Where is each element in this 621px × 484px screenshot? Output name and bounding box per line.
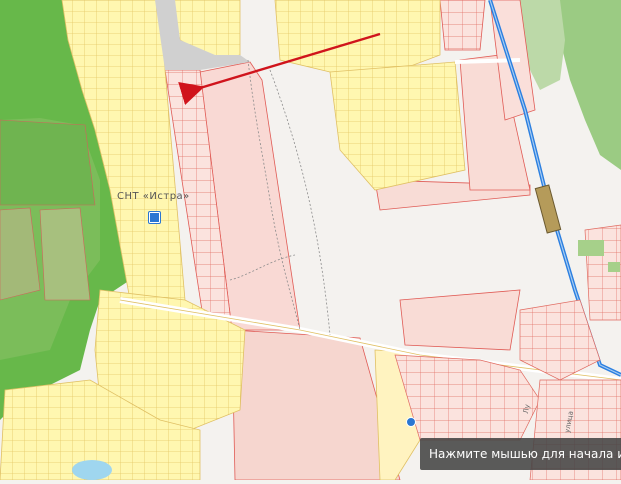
- green-parcel: [608, 262, 620, 272]
- info-marker-icon[interactable]: [149, 212, 160, 223]
- cadastral-map[interactable]: СНТ «Истра» Лу улица Нажмите мышью для н…: [0, 0, 621, 481]
- green-parcel: [578, 240, 604, 256]
- street-label: Лу: [521, 403, 532, 415]
- measure-hint-tooltip: Нажмите мышью для начала изм: [420, 438, 621, 470]
- pond: [72, 460, 112, 480]
- location-pin-icon[interactable]: [406, 417, 416, 427]
- settlement-label: СНТ «Истра»: [117, 191, 190, 202]
